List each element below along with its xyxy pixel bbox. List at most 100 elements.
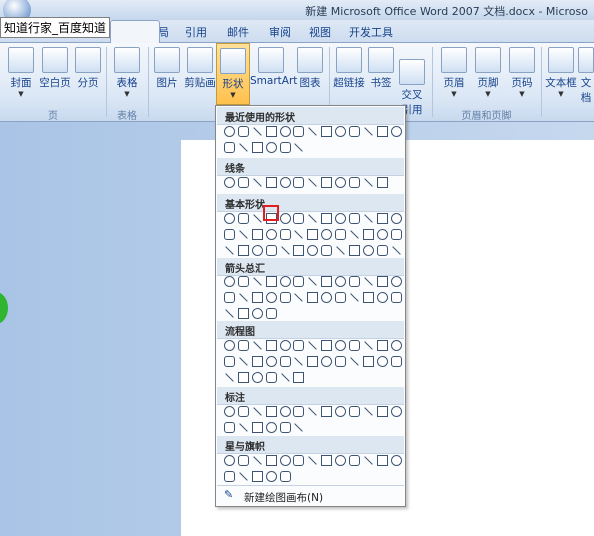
tab-references[interactable]: 引用	[185, 24, 207, 40]
shape-icon[interactable]	[251, 229, 263, 240]
shape-icon[interactable]	[364, 178, 373, 187]
shape-icon[interactable]	[293, 340, 305, 351]
shape-icon[interactable]	[239, 357, 248, 366]
chart-button[interactable]: 图表	[296, 43, 324, 90]
shape-icon[interactable]	[308, 178, 318, 187]
shape-icon[interactable]	[237, 455, 249, 466]
shape-icon[interactable]	[294, 230, 304, 239]
shape-icon[interactable]	[265, 340, 277, 351]
tab-insert[interactable]	[110, 20, 160, 44]
shape-icon[interactable]	[321, 406, 333, 417]
shape-icon[interactable]	[279, 142, 291, 153]
shape-icon[interactable]	[294, 143, 304, 152]
shape-icon[interactable]	[390, 292, 402, 303]
shape-icon[interactable]	[279, 471, 291, 482]
shape-icon[interactable]	[376, 213, 388, 224]
shape-icon[interactable]	[308, 407, 318, 416]
shape-icon[interactable]	[321, 340, 333, 351]
shape-icon[interactable]	[362, 356, 374, 367]
shape-icon[interactable]	[237, 177, 249, 188]
shape-icon[interactable]	[239, 230, 248, 239]
shape-icon[interactable]	[239, 143, 248, 152]
hyperlink-button[interactable]: 超链接	[333, 43, 365, 90]
shape-icon[interactable]	[279, 213, 291, 224]
shape-icon[interactable]	[293, 455, 305, 466]
shape-icon[interactable]	[265, 471, 277, 482]
shape-icon[interactable]	[294, 423, 304, 432]
bookmark-button[interactable]: 书签	[368, 43, 394, 90]
shape-icon[interactable]	[265, 126, 277, 137]
basic-shapes-row[interactable]	[224, 245, 405, 259]
shape-icon[interactable]	[364, 127, 373, 136]
shape-icon[interactable]	[224, 177, 235, 188]
shape-icon[interactable]	[390, 276, 402, 287]
shape-icon[interactable]	[237, 276, 249, 287]
tab-mailings[interactable]: 邮件	[227, 24, 249, 40]
shape-icon[interactable]	[237, 372, 249, 383]
document-parts-button[interactable]: 文档	[578, 43, 594, 105]
basic-shapes-row[interactable]	[224, 213, 405, 227]
shape-icon[interactable]	[280, 373, 290, 382]
shape-icon[interactable]	[237, 245, 249, 256]
shape-icon[interactable]	[265, 356, 277, 367]
shape-icon[interactable]	[251, 356, 263, 367]
shape-icon[interactable]	[279, 276, 291, 287]
shape-icon[interactable]	[251, 292, 263, 303]
shape-icon[interactable]	[307, 229, 319, 240]
tab-review[interactable]: 审阅	[269, 24, 291, 40]
smartart-button[interactable]: SmartArt	[250, 43, 297, 87]
shape-icon[interactable]	[239, 293, 248, 302]
shape-icon[interactable]	[224, 142, 235, 153]
shape-icon[interactable]	[251, 372, 263, 383]
page-break-button[interactable]: 分页	[74, 43, 102, 90]
shape-icon[interactable]	[224, 340, 235, 351]
shape-icon[interactable]	[349, 126, 361, 137]
recent-shapes-row[interactable]	[224, 126, 405, 140]
shape-icon[interactable]	[349, 276, 361, 287]
shape-icon[interactable]	[364, 214, 373, 223]
shape-icon[interactable]	[308, 277, 318, 286]
shape-icon[interactable]	[307, 356, 319, 367]
shape-icon[interactable]	[350, 293, 359, 302]
shape-icon[interactable]	[335, 406, 347, 417]
shape-icon[interactable]	[364, 341, 373, 350]
shape-icon[interactable]	[335, 229, 347, 240]
shape-icon[interactable]	[225, 246, 234, 255]
shape-icon[interactable]	[308, 456, 318, 465]
clipart-button[interactable]: 剪贴画	[183, 43, 217, 90]
shape-icon[interactable]	[364, 407, 373, 416]
shape-icon[interactable]	[349, 245, 361, 256]
shape-icon[interactable]	[224, 406, 235, 417]
shape-icon[interactable]	[376, 340, 388, 351]
picture-button[interactable]: 图片	[153, 43, 181, 90]
shape-icon[interactable]	[224, 126, 235, 137]
shape-icon[interactable]	[253, 214, 262, 223]
shape-icon[interactable]	[279, 292, 291, 303]
shape-icon[interactable]	[294, 357, 304, 366]
shape-icon[interactable]	[307, 292, 319, 303]
shape-icon[interactable]	[376, 177, 388, 188]
shape-icon[interactable]	[265, 455, 277, 466]
shape-icon[interactable]	[253, 341, 262, 350]
shape-icon[interactable]	[390, 356, 402, 367]
shape-icon[interactable]	[362, 245, 374, 256]
basic-shapes-row[interactable]	[224, 229, 405, 243]
shape-icon[interactable]	[376, 276, 388, 287]
shape-icon[interactable]	[265, 308, 277, 319]
footer-button[interactable]: 页脚 ▼	[472, 43, 504, 98]
shape-icon[interactable]	[335, 455, 347, 466]
shape-icon[interactable]	[391, 246, 401, 255]
shape-icon[interactable]	[390, 213, 402, 224]
shape-icon[interactable]	[293, 276, 305, 287]
shape-icon[interactable]	[293, 213, 305, 224]
shape-icon[interactable]	[376, 356, 388, 367]
arrows-row[interactable]	[224, 308, 280, 322]
shape-icon[interactable]	[349, 406, 361, 417]
shape-icon[interactable]	[308, 214, 318, 223]
shape-icon[interactable]	[349, 455, 361, 466]
arrows-row[interactable]	[224, 276, 405, 290]
shape-icon[interactable]	[279, 406, 291, 417]
shape-icon[interactable]	[225, 309, 234, 318]
shape-icon[interactable]	[390, 229, 402, 240]
shape-icon[interactable]	[265, 422, 277, 433]
